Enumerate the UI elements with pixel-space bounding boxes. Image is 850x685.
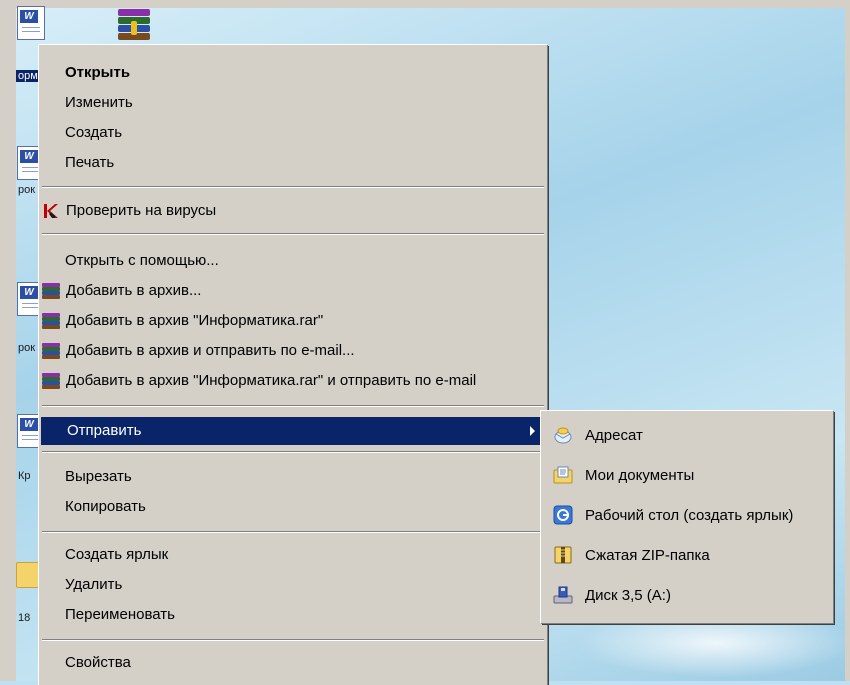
menu-item-label: Проверить на вирусы: [66, 202, 217, 219]
menu-separator: [42, 639, 544, 641]
window-frame-top: [0, 0, 850, 8]
submenu-item-label: Рабочий стол (создать ярлык): [585, 507, 794, 524]
menu-item-print[interactable]: Печать: [39, 149, 547, 177]
submenu-item-label: Диск 3,5 (A:): [585, 587, 671, 604]
menu-separator: [42, 233, 544, 235]
menu-item-label: Добавить в архив "Информатика.rar": [66, 312, 324, 329]
submenu-arrow-icon: [530, 426, 535, 436]
menu-item-label: Удалить: [65, 576, 123, 593]
menu-item-label: Добавить в архив...: [66, 282, 202, 299]
word-logo-icon: W: [20, 418, 38, 431]
menu-item-label: Переименовать: [65, 606, 175, 623]
menu-item-create-shortcut[interactable]: Создать ярлык: [39, 541, 547, 569]
menu-item-label: Добавить в архив и отправить по e-mail..…: [66, 342, 355, 359]
winrar-archive-icon[interactable]: [118, 9, 150, 43]
menu-item-open-with[interactable]: Открыть с помощью...: [39, 247, 547, 275]
desktop-shortcut-icon: [553, 505, 573, 525]
menu-item-label: Копировать: [65, 498, 146, 515]
menu-item-label: Изменить: [65, 94, 133, 111]
submenu-item-desktop-shortcut[interactable]: Рабочий стол (создать ярлык): [541, 497, 833, 533]
menu-item-copy[interactable]: Копировать: [39, 493, 547, 521]
word-logo-icon: W: [20, 286, 38, 299]
menu-item-edit[interactable]: Изменить: [39, 89, 547, 117]
menu-item-label: Вырезать: [65, 468, 132, 485]
zip-folder-icon: [553, 545, 573, 565]
winrar-icon: [42, 313, 62, 329]
menu-item-add-to-named-archive[interactable]: Добавить в архив "Информатика.rar": [39, 307, 547, 335]
floppy-drive-icon: [553, 585, 573, 605]
menu-item-send-to[interactable]: Отправить: [41, 417, 545, 445]
menu-separator: [42, 186, 544, 188]
menu-separator: [42, 531, 544, 533]
menu-item-new[interactable]: Создать: [39, 119, 547, 147]
menu-item-label: Создать: [65, 124, 123, 141]
desktop-icon-label[interactable]: рок: [16, 184, 37, 196]
menu-item-label: Добавить в архив "Информатика.rar" и отп…: [66, 372, 477, 389]
window-frame-right: [845, 0, 850, 681]
submenu-item-floppy-drive[interactable]: Диск 3,5 (A:): [541, 577, 833, 613]
word-logo-icon: W: [20, 150, 38, 163]
menu-separator: [42, 405, 544, 407]
menu-item-named-archive-and-email[interactable]: Добавить в архив "Информатика.rar" и отп…: [39, 367, 547, 395]
menu-item-properties[interactable]: Свойства: [39, 649, 547, 677]
desktop-icon-label[interactable]: рок: [16, 342, 37, 354]
menu-item-label: Печать: [65, 154, 115, 171]
menu-item-label: Открыть: [65, 64, 131, 81]
mail-recipient-icon: [553, 425, 573, 445]
menu-item-rename[interactable]: Переименовать: [39, 601, 547, 629]
submenu-item-label: Адресат: [585, 427, 643, 444]
desktop-icon-label[interactable]: Кр: [16, 470, 33, 482]
submenu-item-my-documents[interactable]: Мои документы: [541, 457, 833, 493]
submenu-item-zip-folder[interactable]: Сжатая ZIP-папка: [541, 537, 833, 573]
menu-item-label: Отправить: [67, 422, 142, 439]
word-logo-icon: W: [20, 10, 38, 23]
send-to-submenu: Адресат Мои документы Рабочий стол (созд…: [540, 410, 833, 623]
menu-item-label: Открыть с помощью...: [65, 252, 219, 269]
menu-item-scan-viruses[interactable]: Проверить на вирусы: [39, 197, 547, 225]
word-document-icon[interactable]: W: [17, 6, 45, 40]
menu-item-label: Свойства: [65, 654, 131, 671]
kaspersky-icon: [42, 203, 62, 219]
window-frame-left: [0, 0, 16, 681]
my-documents-icon: [553, 465, 573, 485]
context-menu: Открыть Изменить Создать Печать Проверит…: [38, 44, 547, 685]
desktop-icon-label[interactable]: 18: [16, 612, 32, 624]
winrar-icon: [42, 343, 62, 359]
desktop-icon-label[interactable]: орм: [16, 70, 40, 82]
submenu-item-label: Сжатая ZIP-папка: [585, 547, 710, 564]
menu-item-open[interactable]: Открыть: [39, 59, 547, 87]
menu-item-archive-and-email[interactable]: Добавить в архив и отправить по e-mail..…: [39, 337, 547, 365]
menu-separator: [42, 451, 544, 453]
menu-item-delete[interactable]: Удалить: [39, 571, 547, 599]
submenu-item-label: Мои документы: [585, 467, 695, 484]
menu-item-add-to-archive[interactable]: Добавить в архив...: [39, 277, 547, 305]
menu-item-label: Создать ярлык: [65, 546, 169, 563]
menu-item-cut[interactable]: Вырезать: [39, 463, 547, 491]
winrar-icon: [42, 283, 62, 299]
submenu-item-mail-recipient[interactable]: Адресат: [541, 417, 833, 453]
winrar-icon: [42, 373, 62, 389]
